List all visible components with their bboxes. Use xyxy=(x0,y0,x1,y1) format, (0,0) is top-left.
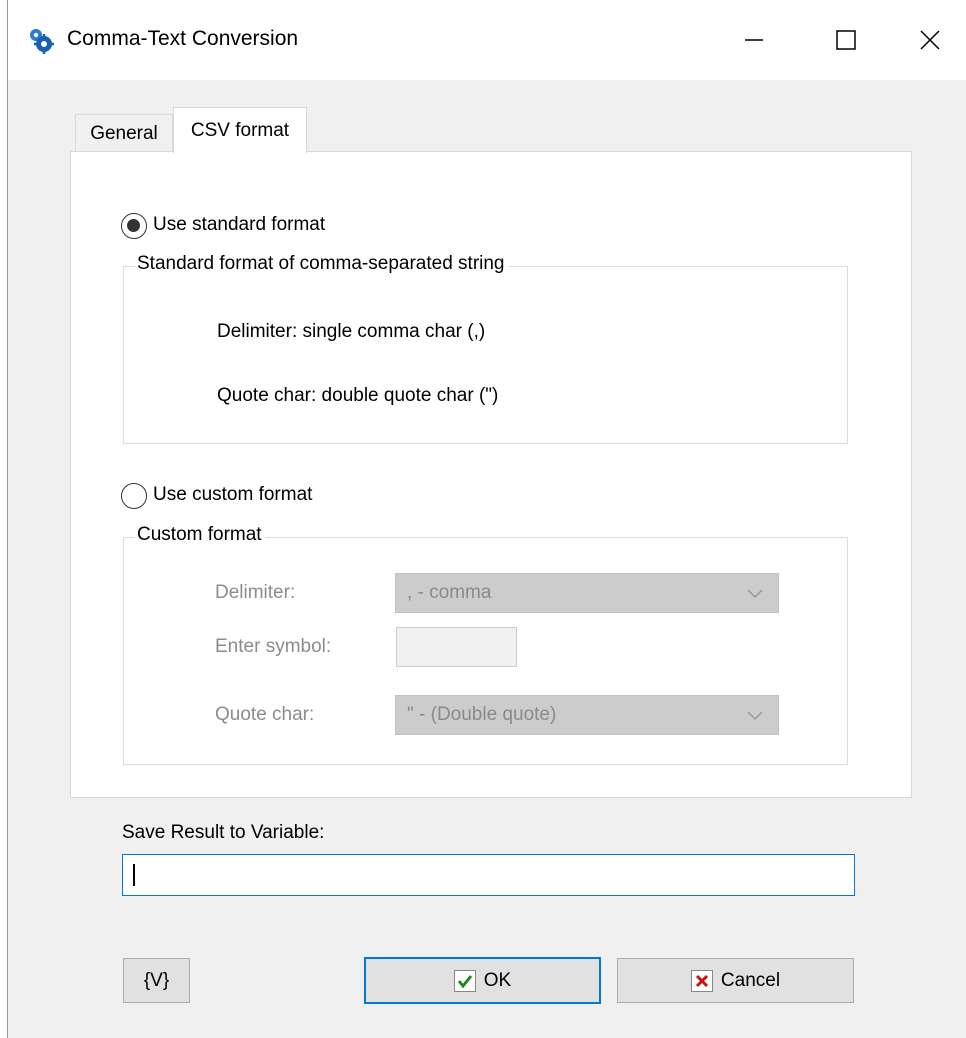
dialog-window: Comma-Text Conversion General CSV format… xyxy=(7,0,966,1038)
tab-general-label: General xyxy=(90,122,158,144)
enter-symbol-input[interactable] xyxy=(396,627,517,667)
save-result-input[interactable] xyxy=(122,854,855,896)
close-button[interactable] xyxy=(892,0,966,80)
app-gears-icon xyxy=(26,26,54,54)
custom-format-group-title: Custom format xyxy=(135,524,265,546)
quote-char-description: Quote char: double quote char (") xyxy=(217,385,499,406)
title-bar: Comma-Text Conversion xyxy=(8,0,966,80)
custom-format-radio[interactable] xyxy=(121,483,147,509)
standard-format-label[interactable]: Use standard format xyxy=(153,214,325,236)
delimiter-select-value: , - comma xyxy=(407,582,492,603)
ok-label: OK xyxy=(483,969,512,991)
delimiter-label: Delimiter: xyxy=(215,582,296,603)
standard-format-group: Standard format of comma-separated strin… xyxy=(123,253,848,444)
delimiter-description: Delimiter: single comma char (,) xyxy=(217,321,486,342)
save-result-label: Save Result to Variable: xyxy=(122,822,325,843)
maximize-icon xyxy=(836,30,856,50)
standard-format-radio[interactable] xyxy=(121,213,147,239)
chevron-down-icon xyxy=(747,711,763,721)
chevron-down-icon xyxy=(747,589,763,599)
ok-button[interactable]: OK xyxy=(364,957,601,1004)
custom-format-label[interactable]: Use custom format xyxy=(153,484,312,506)
text-caret xyxy=(133,864,135,886)
cancel-x-icon xyxy=(690,969,713,992)
quote-char-label: Quote char: xyxy=(215,704,315,725)
delimiter-select[interactable]: , - comma xyxy=(395,573,779,613)
cancel-label: Cancel xyxy=(720,969,781,991)
cancel-button[interactable]: Cancel xyxy=(617,958,854,1003)
minimize-button[interactable] xyxy=(708,0,800,80)
enter-symbol-label: Enter symbol: xyxy=(215,636,332,657)
window-title: Comma-Text Conversion xyxy=(67,27,299,50)
standard-format-group-title: Standard format of comma-separated strin… xyxy=(135,253,508,275)
insert-variable-button[interactable]: {V} xyxy=(123,958,190,1003)
tab-general[interactable]: General xyxy=(75,114,173,152)
tab-csv-format-label: CSV format xyxy=(190,119,290,141)
quote-char-select[interactable]: " - (Double quote) xyxy=(395,695,779,735)
checkmark-icon xyxy=(453,969,476,992)
minimize-icon xyxy=(745,39,763,41)
quote-char-select-value: " - (Double quote) xyxy=(407,704,557,725)
close-icon xyxy=(919,30,940,50)
maximize-button[interactable] xyxy=(800,0,892,80)
tab-csv-format[interactable]: CSV format xyxy=(173,107,307,153)
insert-variable-label: {V} xyxy=(143,969,170,991)
